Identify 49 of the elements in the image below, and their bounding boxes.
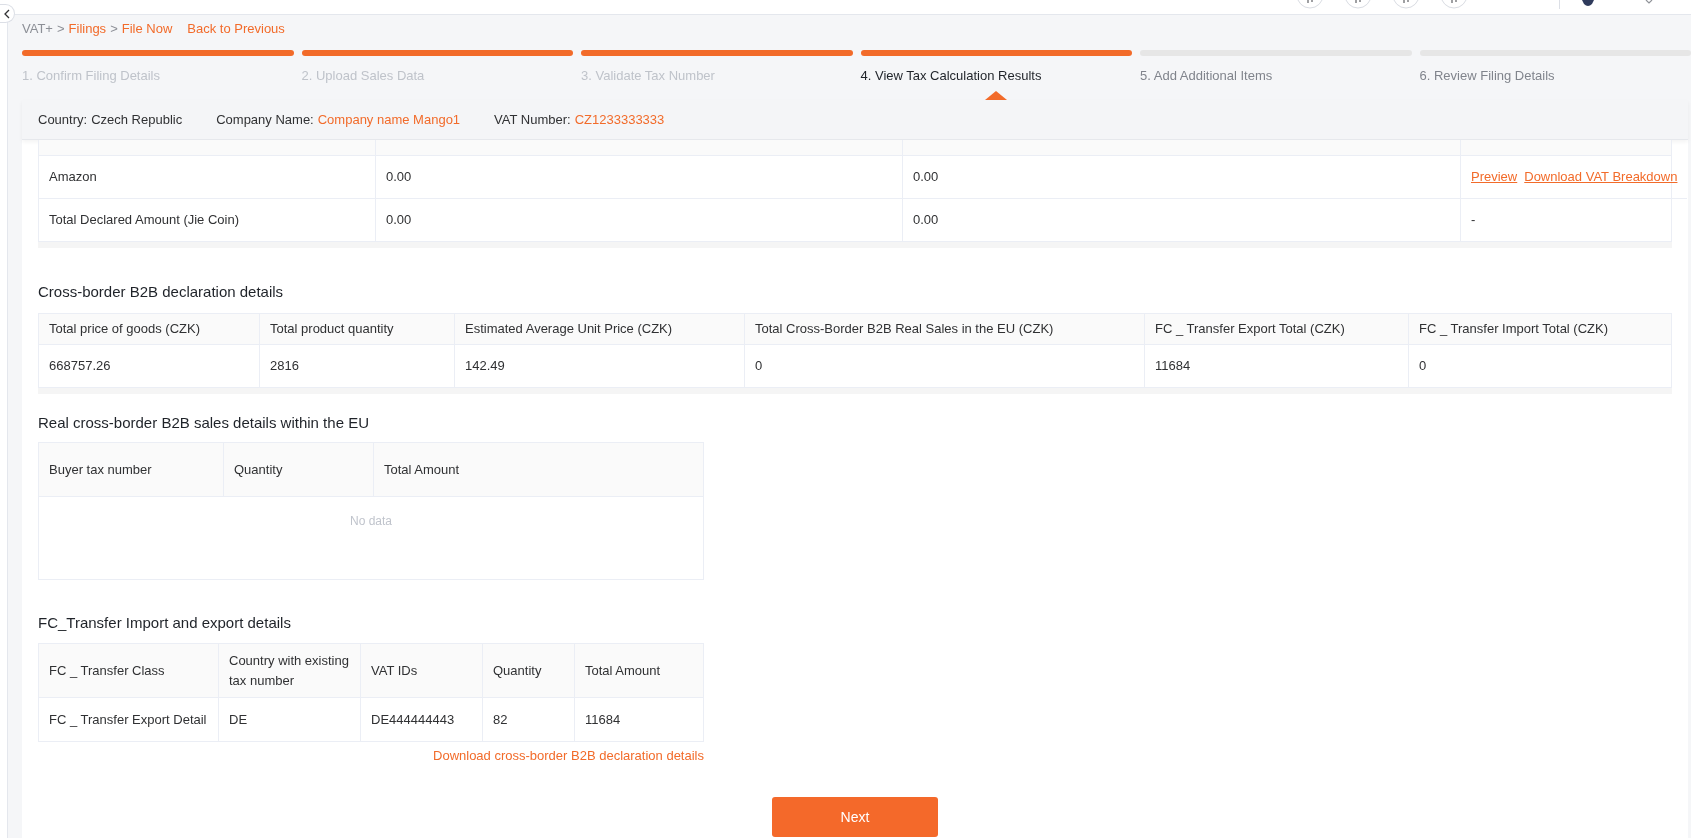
table-cell: 82 <box>483 698 575 742</box>
breadcrumb-separator: > <box>56 22 65 36</box>
info-label: Company Name: <box>216 110 314 129</box>
back-link[interactable]: Back to Previous <box>187 22 285 36</box>
table-cell: FC _ Transfer Export Detail <box>39 698 219 742</box>
section-title: Real cross-border B2B sales details within the EU <box>38 413 370 433</box>
emblem-icon[interactable] <box>1580 0 1596 7</box>
breadcrumb-item[interactable]: Filings <box>68 22 107 36</box>
breadcrumb-separator: > <box>110 22 118 36</box>
download-link[interactable]: Download cross-border B2B declaration details <box>433 749 704 763</box>
table-header-cell: Total price of goods (CZK) <box>39 314 260 345</box>
table-cell: 11684 <box>575 698 703 742</box>
table-header-cell: Total Cross-Border B2B Real Sales in the EU (CZK) <box>745 314 1145 345</box>
info-value: Company name Mango1 <box>317 110 461 129</box>
table-header-cell: Buyer tax number <box>39 443 224 497</box>
table-header-cell: Quantity <box>224 443 374 497</box>
table-header-cell: Estimated Average Unit Price (CZK) <box>455 314 745 345</box>
table-header-cell: Country with existing tax number <box>219 644 361 698</box>
next-button[interactable]: Next <box>772 797 938 837</box>
table-header-cell: Total product quantity <box>260 314 455 345</box>
section-title: Cross-border B2B declaration details <box>38 282 285 302</box>
chevron-left-icon <box>4 8 10 19</box>
table-link[interactable]: Download VAT Breakdown <box>1524 167 1678 187</box>
breadcrumb-item: VAT+ <box>22 22 53 36</box>
info-value: CZ1233333333 <box>574 110 665 129</box>
info-value: Czech Republic <box>91 110 183 129</box>
table-cell: Amazon <box>39 156 376 199</box>
table-cell: 0.00 <box>376 156 903 199</box>
table-header-cell: VAT IDs <box>361 644 483 698</box>
caret-icon[interactable] <box>1645 0 1653 4</box>
table-header-cell: Quantity <box>483 644 575 698</box>
step-label[interactable]: 5. Add Additional Items <box>1140 68 1412 84</box>
info-label: Country: <box>38 110 88 129</box>
table-header-cell: Total Amount <box>575 644 703 698</box>
table-header-cell: FC _ Transfer Class <box>39 644 219 698</box>
info-label: VAT Number: <box>494 110 571 129</box>
table-cell: 0.00 <box>903 156 1461 199</box>
empty-state-text: No data <box>350 513 392 529</box>
step-label[interactable]: 6. Review Filing Details <box>1419 68 1691 84</box>
step-label[interactable]: 4. View Tax Calculation Results <box>860 68 1132 84</box>
table-cell: DE <box>219 698 361 742</box>
triangle-marker-icon <box>985 91 1008 100</box>
table-link[interactable]: Preview <box>1471 167 1518 187</box>
table-header-cell: FC _ Transfer Import Total (CZK) <box>1409 314 1671 345</box>
table-cell: DE444444443 <box>361 698 483 742</box>
table-header-cell: FC _ Transfer Export Total (CZK) <box>1145 314 1409 345</box>
section-title: FC_Transfer Import and export details <box>38 613 292 633</box>
table-header-cell: Total Amount <box>374 443 703 497</box>
breadcrumb-item[interactable]: File Now <box>121 22 173 36</box>
